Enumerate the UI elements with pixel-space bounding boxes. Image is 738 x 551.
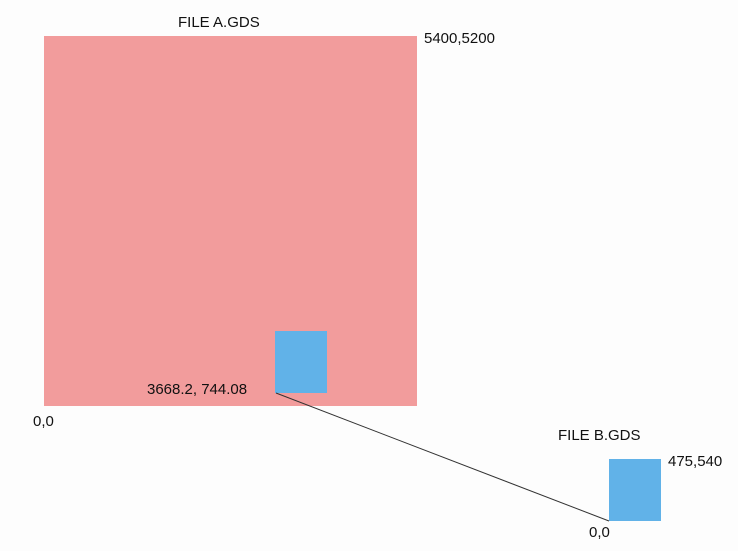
- file-a-inset-rect: [275, 331, 327, 393]
- file-b-extent-label: 475,540: [668, 453, 722, 470]
- file-b-origin-label: 0,0: [589, 524, 610, 541]
- file-b-title: FILE B.GDS: [558, 427, 641, 444]
- file-a-rect: [44, 36, 417, 406]
- file-b-rect: [609, 459, 661, 521]
- file-a-inset-origin-label: 3668.2, 744.08: [147, 381, 247, 398]
- file-a-extent-label: 5400,5200: [424, 30, 495, 47]
- diagram-stage: FILE A.GDS 5400,5200 0,0 3668.2, 744.08 …: [0, 0, 738, 551]
- file-a-origin-label: 0,0: [33, 413, 54, 430]
- file-a-title: FILE A.GDS: [178, 14, 260, 31]
